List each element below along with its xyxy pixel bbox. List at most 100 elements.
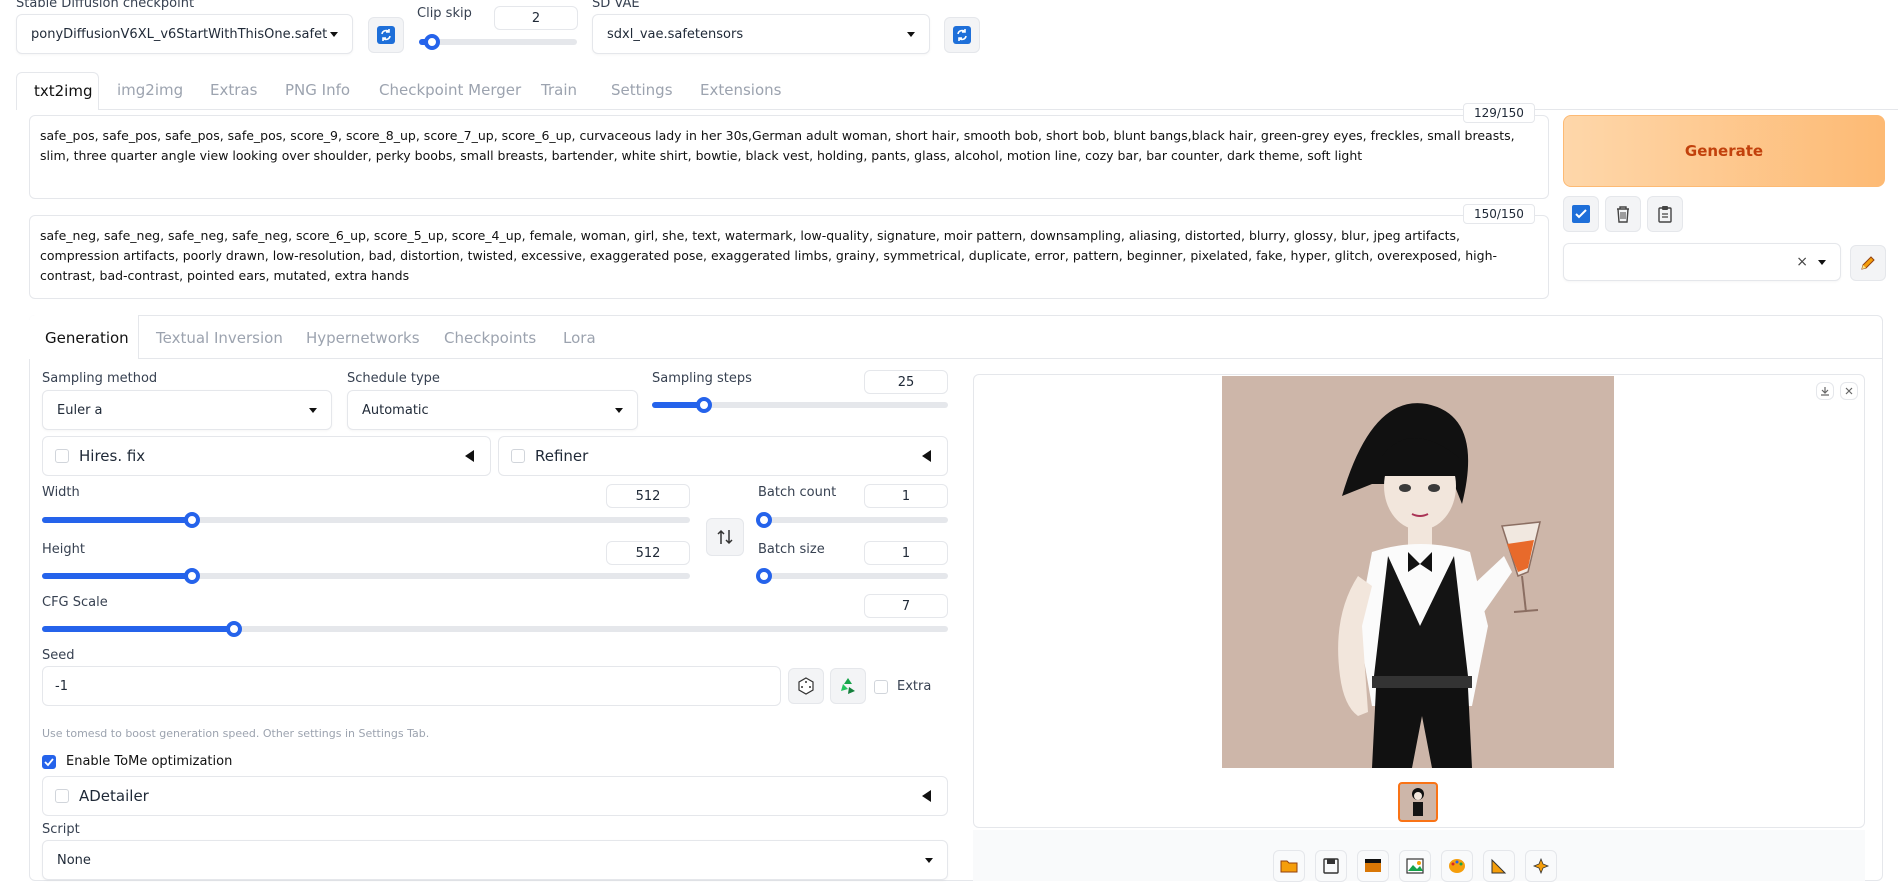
thumbnail-image <box>1412 788 1424 816</box>
clip-skip-input[interactable]: 2 <box>494 6 578 30</box>
height-slider[interactable] <box>42 568 690 584</box>
cfg-scale-label: CFG Scale <box>42 595 108 610</box>
sampling-steps-slider[interactable] <box>652 397 948 413</box>
ruler-triangle-icon <box>1491 858 1507 874</box>
refresh-icon <box>953 26 971 44</box>
cfg-scale-input[interactable]: 7 <box>864 594 948 618</box>
cfg-scale-slider[interactable] <box>42 621 948 637</box>
save-button[interactable] <box>1315 850 1347 882</box>
styles-dropdown[interactable]: × <box>1563 243 1841 281</box>
reuse-seed-button[interactable] <box>830 668 866 704</box>
open-folder-button[interactable] <box>1273 850 1305 882</box>
random-seed-button[interactable] <box>788 668 824 704</box>
close-gallery-button[interactable] <box>1840 382 1858 400</box>
sampling-steps-label: Sampling steps <box>652 371 752 386</box>
hires-fix-accordion[interactable]: Hires. fix <box>42 436 491 476</box>
download-button[interactable] <box>1816 382 1834 400</box>
subtab-textual-inversion[interactable]: Textual Inversion <box>156 329 283 347</box>
negative-token-counter: 150/150 <box>1463 204 1535 224</box>
tome-hint: Use tomesd to boost generation speed. Ot… <box>42 727 430 740</box>
clip-skip-slider[interactable] <box>419 34 577 50</box>
swap-dimensions-button[interactable] <box>706 518 744 556</box>
tab-checkpoint-merger[interactable]: Checkpoint Merger <box>379 81 521 99</box>
subtab-divider <box>139 358 1883 359</box>
refresh-icon <box>377 26 395 44</box>
sampling-steps-input[interactable]: 25 <box>864 370 948 394</box>
negative-prompt-textarea[interactable]: safe_neg, safe_neg, safe_neg, safe_neg, … <box>29 215 1549 299</box>
cfg-scale-handle[interactable] <box>226 621 242 637</box>
generate-button[interactable]: Generate <box>1563 115 1885 187</box>
anime-bartender-illustration <box>1222 376 1614 768</box>
batch-size-input[interactable]: 1 <box>864 541 948 565</box>
vae-dropdown[interactable]: sdxl_vae.safetensors <box>592 14 930 54</box>
generated-image[interactable] <box>1222 376 1614 768</box>
subtab-lora[interactable]: Lora <box>563 329 596 347</box>
interrupt-button[interactable] <box>1525 850 1557 882</box>
send-to-img2img-button[interactable] <box>1399 850 1431 882</box>
pencil-icon <box>1861 256 1875 270</box>
adetailer-label: ADetailer <box>79 787 149 805</box>
seed-label: Seed <box>42 648 75 663</box>
refiner-accordion[interactable]: Refiner <box>498 436 948 476</box>
adetailer-accordion[interactable]: ADetailer <box>42 776 948 816</box>
tab-settings[interactable]: Settings <box>611 81 673 99</box>
height-input[interactable]: 512 <box>606 541 690 565</box>
save-icon <box>1323 858 1339 874</box>
tab-txt2img[interactable]: txt2img <box>16 72 99 110</box>
vae-value: sdxl_vae.safetensors <box>607 26 744 42</box>
gallery-thumbnail[interactable] <box>1398 782 1438 822</box>
adetailer-checkbox[interactable] <box>55 789 69 803</box>
tab-img2img[interactable]: img2img <box>117 81 183 99</box>
sampling-method-dropdown[interactable]: Euler a <box>42 390 332 430</box>
refresh-checkpoint-button[interactable] <box>368 17 404 53</box>
width-handle[interactable] <box>184 512 200 528</box>
tome-checkbox[interactable] <box>42 755 56 769</box>
hires-fix-checkbox[interactable] <box>55 449 69 463</box>
subtab-hypernetworks[interactable]: Hypernetworks <box>306 329 420 347</box>
chevron-down-icon <box>330 31 338 37</box>
subtab-checkpoints[interactable]: Checkpoints <box>444 329 536 347</box>
batch-count-handle[interactable] <box>756 512 772 528</box>
tab-extensions[interactable]: Extensions <box>700 81 781 99</box>
download-icon <box>1821 387 1829 396</box>
edit-styles-button[interactable] <box>1850 245 1886 281</box>
chevron-down-icon <box>925 857 933 863</box>
clear-x-icon[interactable]: × <box>1796 254 1808 270</box>
extra-seed-checkbox[interactable] <box>874 680 888 694</box>
subtab-generation[interactable]: Generation <box>29 315 139 359</box>
close-icon <box>1845 387 1853 395</box>
chevron-down-icon <box>615 407 623 413</box>
send-to-extras-button[interactable] <box>1483 850 1515 882</box>
schedule-type-value: Automatic <box>362 402 429 418</box>
height-handle[interactable] <box>184 568 200 584</box>
clear-prompt-button[interactable] <box>1605 196 1641 232</box>
zip-button[interactable] <box>1357 850 1389 882</box>
width-input[interactable]: 512 <box>606 484 690 508</box>
collapse-triangle-icon <box>922 790 931 802</box>
width-slider[interactable] <box>42 512 690 528</box>
refiner-checkbox[interactable] <box>511 449 525 463</box>
schedule-type-dropdown[interactable]: Automatic <box>347 390 638 430</box>
tab-train[interactable]: Train <box>541 81 577 99</box>
batch-size-slider[interactable] <box>756 568 948 584</box>
checkpoint-dropdown[interactable]: ponyDiffusionV6XL_v6StartWithThisOne.saf… <box>16 14 353 54</box>
script-dropdown[interactable]: None <box>42 840 948 880</box>
batch-size-handle[interactable] <box>756 568 772 584</box>
paste-button[interactable] <box>1647 196 1683 232</box>
tab-extras[interactable]: Extras <box>210 81 257 99</box>
tab-png-info[interactable]: PNG Info <box>285 81 350 99</box>
clip-skip-handle[interactable] <box>424 34 440 50</box>
styles-toggle-button[interactable] <box>1563 196 1599 232</box>
checkpoint-label: Stable Diffusion checkpoint <box>16 0 195 11</box>
seed-input[interactable]: -1 <box>42 666 781 706</box>
batch-count-input[interactable]: 1 <box>864 484 948 508</box>
send-to-inpaint-button[interactable] <box>1441 850 1473 882</box>
refresh-vae-button[interactable] <box>944 17 980 53</box>
sampling-method-value: Euler a <box>57 402 103 418</box>
width-label: Width <box>42 485 80 500</box>
trash-icon <box>1617 206 1629 223</box>
sampling-steps-handle[interactable] <box>696 397 712 413</box>
batch-count-slider[interactable] <box>756 512 948 528</box>
schedule-type-label: Schedule type <box>347 371 440 386</box>
prompt-textarea[interactable]: safe_pos, safe_pos, safe_pos, safe_pos, … <box>29 115 1549 199</box>
